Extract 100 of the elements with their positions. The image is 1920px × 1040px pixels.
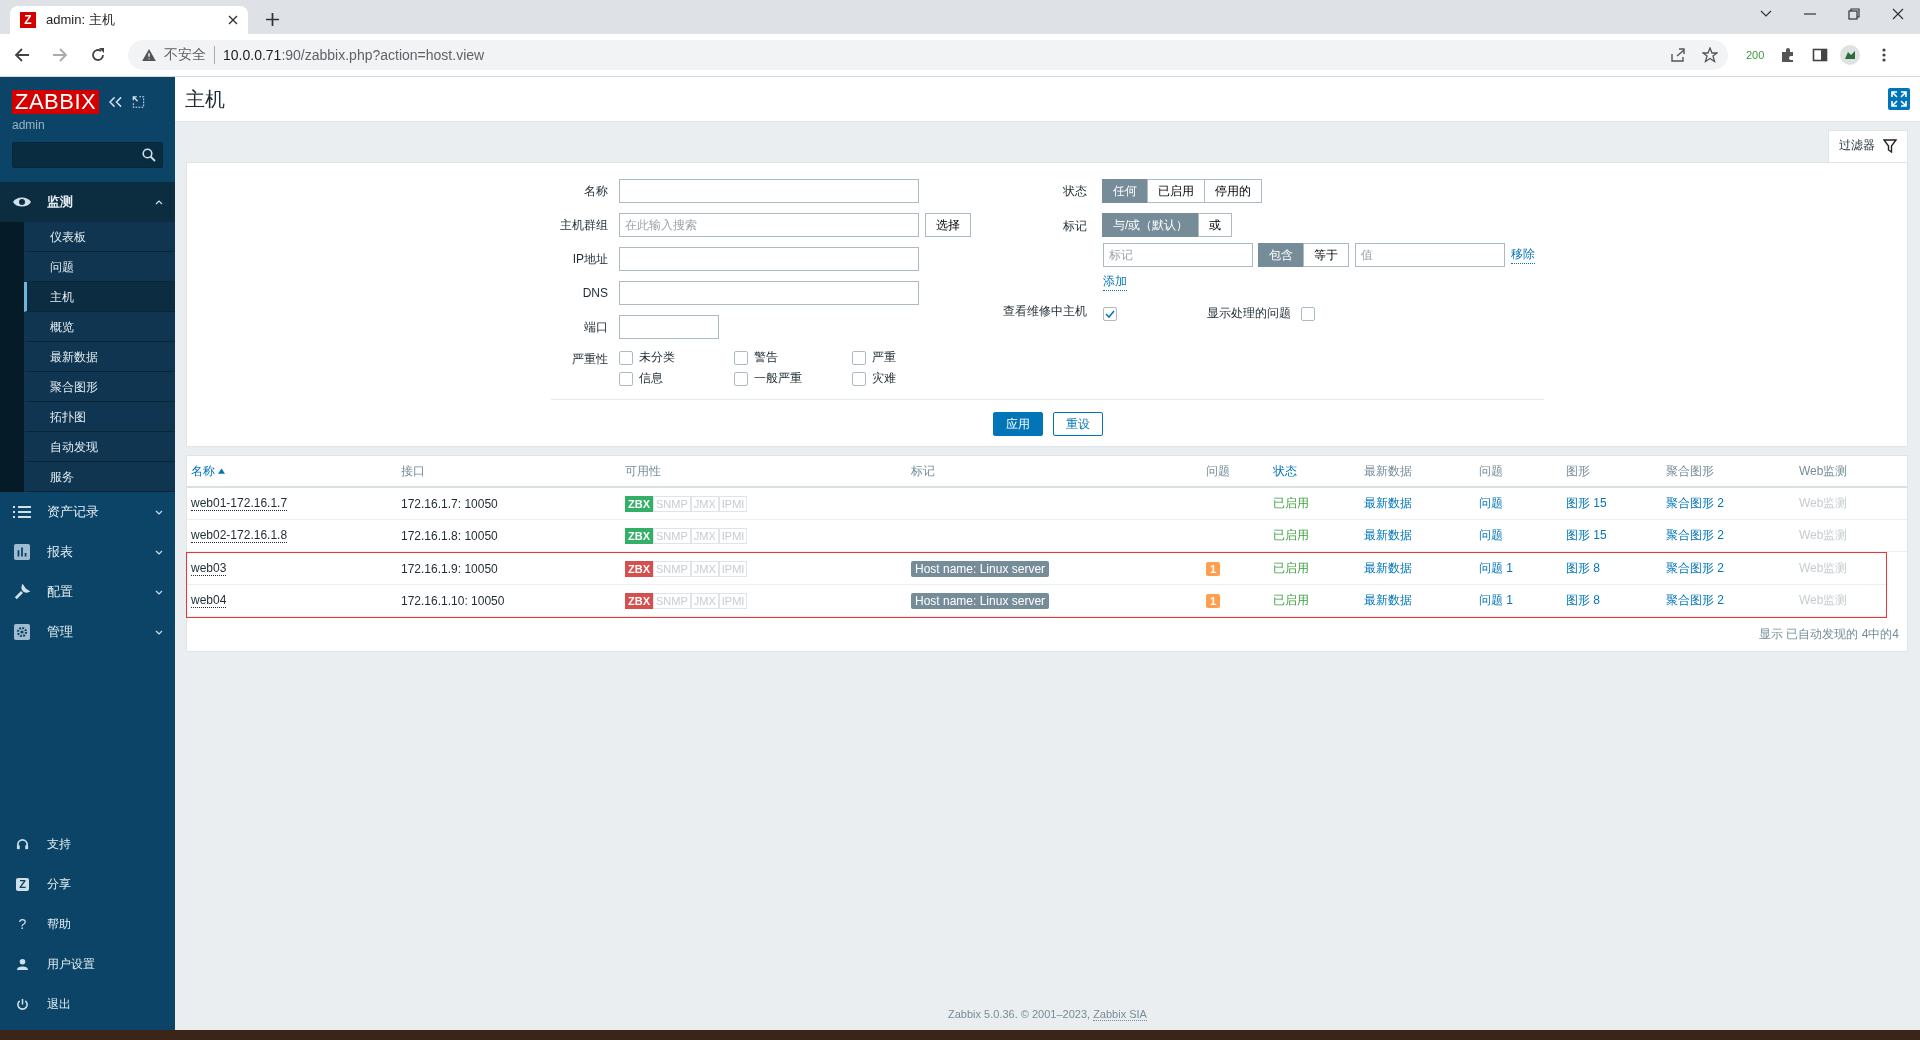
address-bar[interactable]: 不安全 10.0.0.71:90/zabbix.php?action=host.view (128, 40, 1728, 70)
screens-link[interactable]: 聚合图形 2 (1666, 495, 1724, 512)
graphs-link[interactable]: 图形 8 (1566, 592, 1600, 609)
status-link[interactable]: 已启用 (1273, 592, 1309, 609)
menu-item[interactable]: Z 分享 (0, 864, 175, 904)
back-arrow-icon[interactable] (14, 47, 30, 63)
value-field[interactable]: 值 (1355, 243, 1505, 267)
latest-data-link[interactable]: 最新数据 (1364, 560, 1412, 577)
status-link[interactable]: 已启用 (1273, 527, 1309, 544)
problems-link[interactable]: 问题 1 (1479, 592, 1513, 609)
problems-link[interactable]: 问题 1 (1479, 560, 1513, 577)
menu-item[interactable]: 最新数据 (24, 342, 175, 372)
share-icon[interactable] (1670, 47, 1686, 63)
segment-button[interactable]: 已启用 (1147, 179, 1205, 203)
checkbox[interactable] (619, 371, 633, 386)
menu-item[interactable]: 支持 (0, 824, 175, 864)
host-link[interactable]: web02-172.16.1.8 (191, 528, 288, 543)
menu-section[interactable]: 监测 (0, 182, 175, 222)
menu-item[interactable]: 问题 (24, 252, 175, 282)
segment-button[interactable]: 或 (1198, 213, 1233, 237)
segment-button[interactable]: 等于 (1303, 243, 1349, 267)
host-group-field[interactable]: 在此输入搜索 (619, 213, 919, 237)
column-header[interactable]: 状态 (1273, 462, 1364, 480)
reset-button[interactable]: 重设 (1052, 412, 1103, 436)
screens-link[interactable]: 聚合图形 2 (1666, 560, 1724, 577)
tag-badge[interactable]: Host name: Linux server (911, 560, 1050, 577)
availability-badge: JMX (690, 495, 719, 512)
segment-button[interactable]: 任何 (1102, 179, 1148, 203)
graphs-link[interactable]: 图形 15 (1566, 527, 1607, 544)
tag-badge[interactable]: Host name: Linux server (911, 592, 1050, 609)
latest-data-link[interactable]: 最新数据 (1364, 495, 1412, 512)
checkbox[interactable] (852, 371, 866, 386)
dns-field[interactable] (619, 281, 919, 305)
screens-link[interactable]: 聚合图形 2 (1666, 527, 1724, 544)
port-field[interactable] (619, 315, 719, 339)
fullscreen-icon[interactable] (1888, 88, 1910, 110)
restore-icon[interactable] (1848, 8, 1860, 20)
column-header: Web监测 (1799, 462, 1849, 480)
host-link[interactable]: web04 (191, 593, 227, 608)
availability-badge: IPMI (718, 495, 748, 512)
table-cell-text: 172.16.1.10: 10050 (401, 593, 506, 608)
close-icon[interactable] (1892, 8, 1904, 20)
checkbox[interactable] (734, 350, 748, 365)
checkbox[interactable] (734, 371, 748, 386)
segment-button[interactable]: 停用的 (1204, 179, 1262, 203)
menu-item[interactable]: 自动发现 (24, 432, 175, 462)
close-icon[interactable] (228, 15, 238, 25)
status-link[interactable]: 已启用 (1273, 560, 1309, 577)
apply-button[interactable]: 应用 (992, 412, 1043, 436)
menu-section[interactable]: 资产记录 (0, 492, 175, 532)
select-button[interactable]: 选择 (925, 213, 971, 237)
screens-link[interactable]: 聚合图形 2 (1666, 592, 1724, 609)
filter-tab[interactable]: 过滤器 (1828, 130, 1908, 162)
kiosk-mode-icon[interactable] (132, 96, 146, 108)
menu-item[interactable]: 用户设置 (0, 944, 175, 984)
menu-section[interactable]: 管理 (0, 612, 175, 652)
checkbox[interactable] (619, 350, 633, 365)
side-panel-icon[interactable] (1812, 47, 1829, 63)
menu-item[interactable]: 主机 (24, 282, 175, 312)
search-field[interactable] (12, 142, 163, 168)
checkbox[interactable] (1103, 306, 1117, 321)
segment-button[interactable]: 与/或（默认） (1102, 213, 1200, 237)
extension-badge[interactable]: 200 (1746, 49, 1765, 61)
menu-section[interactable]: 报表 (0, 532, 175, 572)
problems-link[interactable]: 问题 (1479, 495, 1503, 512)
reload-icon[interactable] (90, 47, 106, 63)
menu-item[interactable]: 概览 (24, 312, 175, 342)
host-link[interactable]: web01-172.16.1.7 (191, 496, 288, 511)
zabbix-logo[interactable]: ZABBIX (12, 90, 100, 114)
graphs-link[interactable]: 图形 8 (1566, 560, 1600, 577)
checkbox[interactable] (852, 350, 866, 365)
star-icon[interactable] (1702, 47, 1718, 63)
checkbox[interactable] (1301, 306, 1315, 321)
problems-link[interactable]: 问题 (1479, 527, 1503, 544)
add-link[interactable]: 添加 (1103, 273, 1127, 291)
collapse-icon[interactable] (109, 96, 123, 108)
menu-item[interactable]: 拓扑图 (24, 402, 175, 432)
menu-item[interactable]: 服务 (24, 462, 175, 492)
latest-data-link[interactable]: 最新数据 (1364, 527, 1412, 544)
graphs-link[interactable]: 图形 15 (1566, 495, 1607, 512)
column-header[interactable]: 名称 (191, 462, 401, 480)
ip-field[interactable] (619, 247, 919, 271)
menu-item[interactable]: 仪表板 (24, 222, 175, 252)
avatar-icon[interactable] (1840, 45, 1861, 65)
search-icon[interactable] (142, 148, 156, 162)
latest-data-link[interactable]: 最新数据 (1364, 592, 1412, 609)
z-logo-icon: Z (16, 877, 29, 891)
host-link[interactable]: web03 (191, 561, 227, 576)
status-link[interactable]: 已启用 (1273, 495, 1309, 512)
segment-button[interactable]: 包含 (1258, 243, 1304, 267)
menu-item[interactable]: 聚合图形 (24, 372, 175, 402)
name-field[interactable] (619, 179, 919, 203)
tag-field[interactable]: 标记 (1103, 243, 1253, 267)
browser-tab[interactable]: Z admin: 主机 (10, 6, 248, 34)
remove-link[interactable]: 移除 (1511, 246, 1535, 264)
menu-item[interactable]: 退出 (0, 984, 175, 1024)
plus-icon[interactable] (266, 13, 279, 26)
menu-section[interactable]: 配置 (0, 572, 175, 612)
menu-item[interactable]: ? 帮助 (0, 904, 175, 944)
company-link[interactable]: Zabbix SIA (1093, 1008, 1147, 1021)
